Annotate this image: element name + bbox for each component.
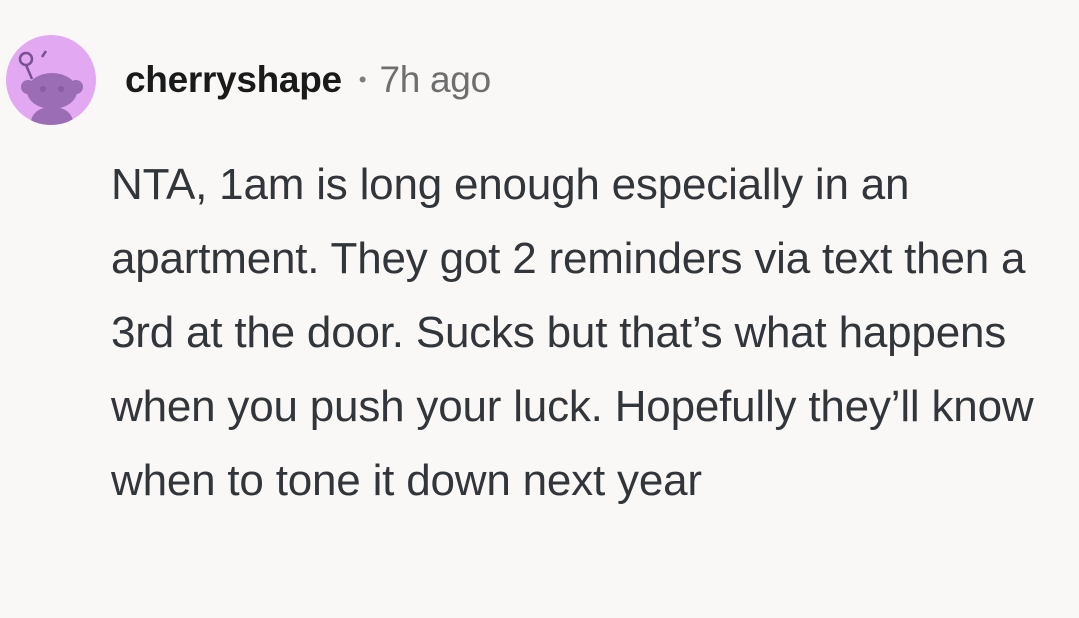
comment-header: cherryshape • 7h ago: [6, 34, 491, 126]
avatar[interactable]: [6, 35, 96, 125]
snoo-avatar-icon: [18, 50, 83, 125]
comment-body: NTA, 1am is long enough especially in an…: [111, 160, 1034, 505]
separator-dot: •: [358, 67, 367, 92]
username-link[interactable]: cherryshape: [125, 59, 342, 101]
comment: cherryshape • 7h ago NTA, 1am is long en…: [0, 0, 1079, 618]
timestamp: 7h ago: [379, 59, 491, 100]
